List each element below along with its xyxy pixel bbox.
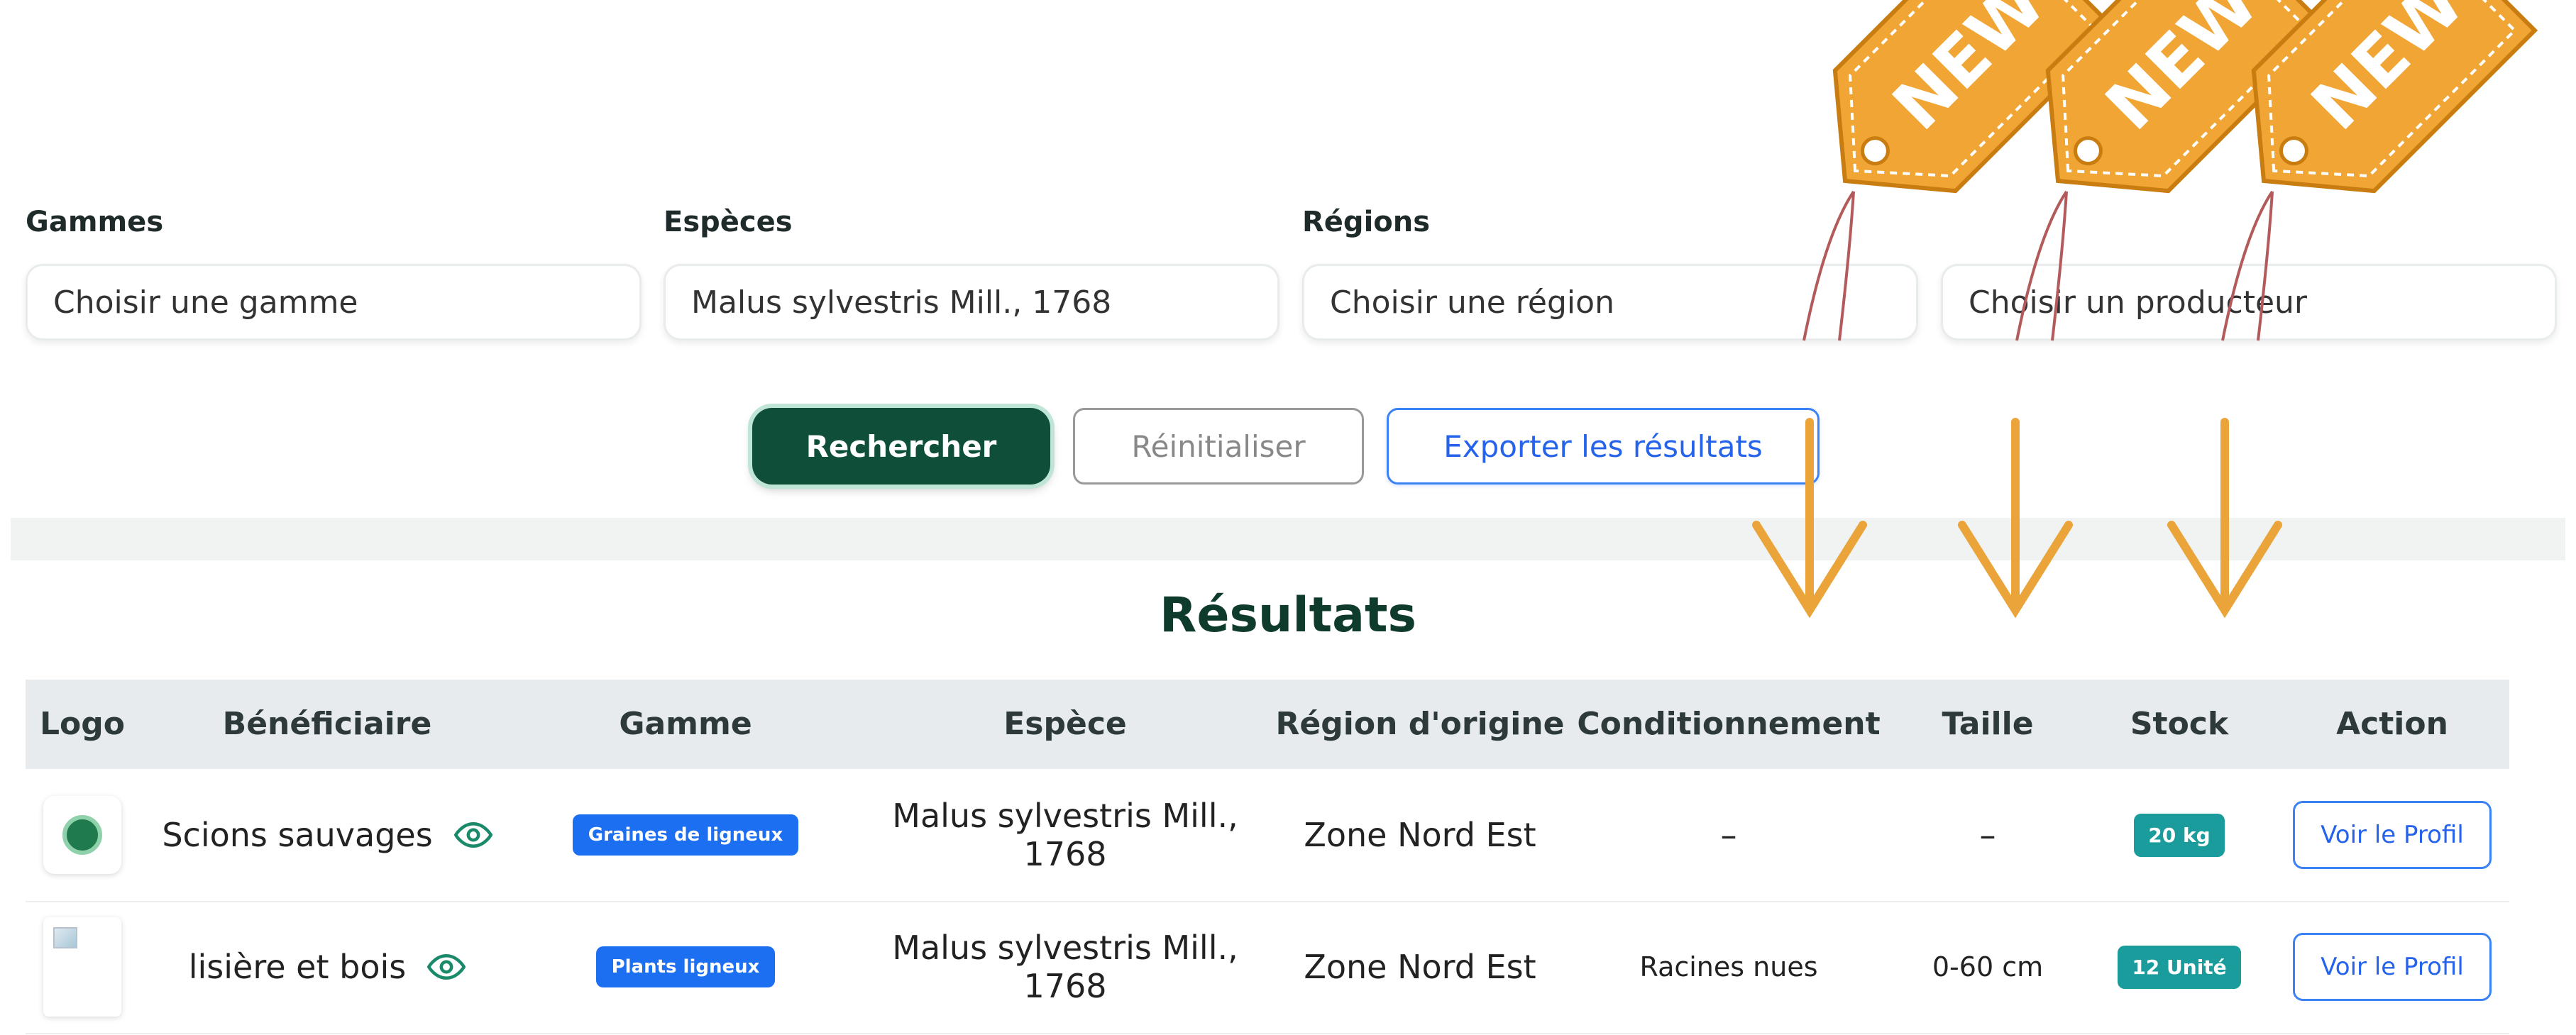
col-stock: Stock <box>2130 706 2229 742</box>
eye-icon[interactable] <box>427 948 466 986</box>
view-profile-button[interactable]: Voir le Profil <box>2293 801 2492 869</box>
gamme-cell: Graines de ligneux <box>515 769 856 901</box>
stock-cell: 20 kg <box>2084 769 2275 901</box>
beneficiaire-name: lisière et bois <box>188 948 407 986</box>
taille-cell: – <box>1979 816 1996 854</box>
search-button[interactable]: Rechercher <box>752 408 1050 485</box>
new-tag: NEW <box>2251 0 2538 194</box>
gamme-badge: Graines de ligneux <box>572 814 799 856</box>
producteur-select[interactable]: Choisir un producteur <box>1941 264 2557 341</box>
beneficiaire-cell: lisière et bois <box>139 901 515 1033</box>
regions-label: Régions <box>1302 206 1431 238</box>
col-logo: Logo <box>40 706 125 742</box>
avatar <box>43 796 121 874</box>
table-header: Logo Bénéficiaire Gamme Espèce Région d'… <box>26 680 2509 769</box>
gammes-select[interactable]: Choisir une gamme <box>26 264 642 341</box>
eye-icon[interactable] <box>453 816 492 854</box>
gamme-cell: Plants ligneux <box>515 901 856 1033</box>
col-taille: Taille <box>1942 706 2034 742</box>
stock-cell: 12 Unité <box>2084 901 2275 1033</box>
col-conditionnement: Conditionnement <box>1577 706 1881 742</box>
espece-cell: Malus sylvestris Mill., 1768 <box>892 929 1238 1005</box>
col-gamme: Gamme <box>619 706 752 742</box>
especes-select[interactable]: Malus sylvestris Mill., 1768 <box>664 264 1279 341</box>
arrow-down-icon <box>2167 418 2282 619</box>
new-tag: NEW <box>2045 0 2333 194</box>
logo-cell <box>26 769 139 901</box>
conditionnement-cell: – <box>1720 816 1737 854</box>
new-tag: NEW <box>1832 0 2120 194</box>
stock-badge: 12 Unité <box>2118 945 2241 989</box>
gamme-badge: Plants ligneux <box>595 946 776 987</box>
broken-image-icon <box>43 917 121 1017</box>
table-row: lisière et bois Plants ligneux Malus syl… <box>26 901 2509 1034</box>
svg-text:NEW: NEW <box>2091 0 2273 145</box>
view-profile-button[interactable]: Voir le Profil <box>2293 933 2492 1001</box>
results-title: Résultats <box>1159 587 1417 643</box>
taille-cell: 0-60 cm <box>1932 951 2044 983</box>
section-divider <box>11 518 2565 560</box>
svg-text:NEW: NEW <box>1878 0 2060 145</box>
espece-cell: Malus sylvestris Mill., 1768 <box>892 797 1238 873</box>
region-cell: Zone Nord Est <box>1304 948 1536 986</box>
beneficiaire-name: Scions sauvages <box>162 816 433 854</box>
gammes-label: Gammes <box>26 206 164 238</box>
especes-label: Espèces <box>664 206 793 238</box>
action-cell: Voir le Profil <box>2275 901 2509 1033</box>
regions-select[interactable]: Choisir une région <box>1302 264 1918 341</box>
export-button[interactable]: Exporter les résultats <box>1387 408 1820 485</box>
region-cell: Zone Nord Est <box>1304 816 1536 854</box>
conditionnement-cell: Racines nues <box>1639 951 1818 983</box>
logo-cell <box>26 901 139 1033</box>
svg-text:NEW: NEW <box>2296 0 2479 145</box>
col-espece: Espèce <box>1003 706 1127 742</box>
arrow-down-icon <box>1958 418 2073 619</box>
reset-button[interactable]: Réinitialiser <box>1073 408 1364 485</box>
action-cell: Voir le Profil <box>2275 769 2509 901</box>
col-action: Action <box>2336 706 2448 742</box>
beneficiaire-cell: Scions sauvages <box>139 769 515 901</box>
col-region: Région d'origine <box>1275 706 1565 742</box>
stock-badge: 20 kg <box>2134 813 2225 857</box>
table-row: Scions sauvages Graines de ligneux Malus… <box>26 769 2509 902</box>
col-beneficiaire: Bénéficiaire <box>222 706 432 742</box>
